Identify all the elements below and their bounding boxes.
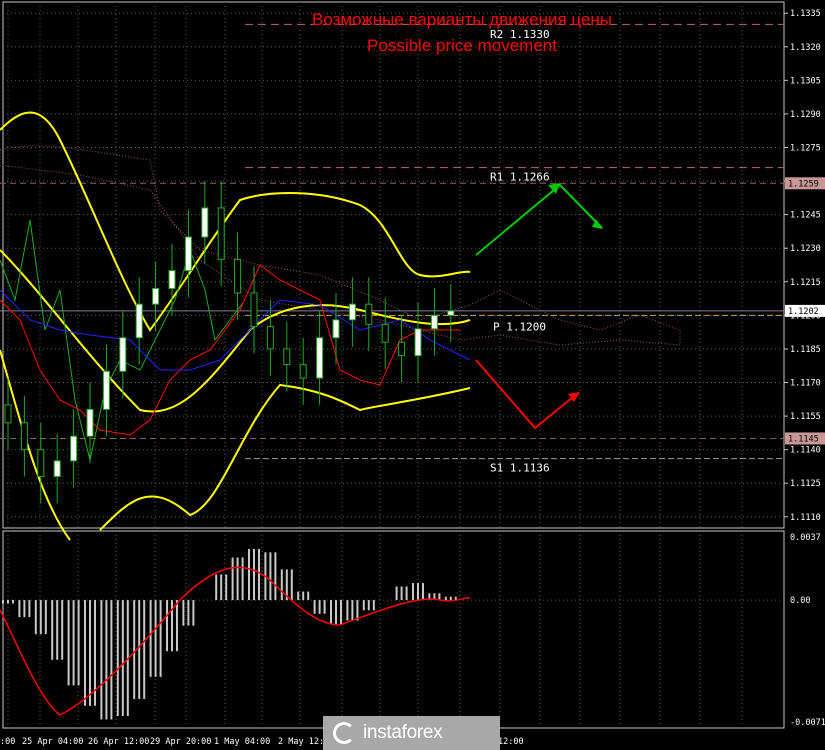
instaforex-logo-icon bbox=[333, 722, 355, 744]
time-axis-label: :00 bbox=[0, 737, 15, 747]
candle bbox=[119, 337, 127, 372]
candle bbox=[135, 303, 143, 339]
candle bbox=[37, 449, 45, 478]
candle bbox=[201, 207, 209, 238]
candle bbox=[86, 408, 94, 437]
candle bbox=[299, 364, 307, 379]
title-russian: Возможные варианты движения цены bbox=[312, 10, 612, 29]
bullish-scenario-arrow bbox=[475, 183, 603, 256]
price-tag-upper-label: 1.1259 bbox=[788, 179, 819, 189]
price-tick-label: 1.1305 bbox=[790, 76, 821, 86]
candle bbox=[217, 207, 225, 260]
candle bbox=[381, 323, 389, 343]
bearish-scenario-arrow bbox=[475, 359, 579, 430]
r2-label: R2 1.1330 bbox=[490, 28, 550, 41]
candle bbox=[283, 348, 291, 366]
price-tag-lower-label: 1.1145 bbox=[788, 434, 819, 444]
candle bbox=[447, 310, 455, 316]
candle bbox=[348, 303, 356, 321]
candle bbox=[365, 303, 373, 325]
time-axis-label: 26 Apr 12:00 bbox=[88, 737, 149, 747]
candle bbox=[332, 319, 340, 339]
candle bbox=[184, 236, 192, 272]
r1-label: R1 1.1266 bbox=[490, 171, 550, 184]
price-tick-label: 1.1140 bbox=[790, 446, 821, 456]
price-tag-current-label: 1.1202 bbox=[788, 307, 819, 317]
price-tick-label: 1.1320 bbox=[790, 43, 821, 53]
candle bbox=[316, 337, 324, 379]
price-tick-label: 1.1215 bbox=[790, 278, 821, 288]
instaforex-watermark: instaforex bbox=[323, 716, 500, 750]
main-plot-frame bbox=[2, 1, 785, 529]
candle bbox=[4, 404, 12, 424]
candle bbox=[20, 422, 28, 451]
price-tick-label: 1.1185 bbox=[790, 345, 821, 355]
candle bbox=[430, 314, 438, 330]
pivot-label: P 1.1200 bbox=[493, 320, 546, 333]
price-tick-label: 1.1290 bbox=[790, 110, 821, 120]
price-tick-label: 1.1275 bbox=[790, 143, 821, 153]
price-tick-label: 1.1110 bbox=[790, 513, 821, 523]
oscillator-tick-label: 0.0037 bbox=[790, 533, 821, 543]
oscillator-frame bbox=[2, 530, 785, 729]
time-axis-label: 25 Apr 04:00 bbox=[22, 737, 83, 747]
oscillator-tick-label: 0.00 bbox=[790, 596, 810, 606]
candle bbox=[102, 370, 110, 410]
price-tick-label: 1.1230 bbox=[790, 244, 821, 254]
candle bbox=[398, 341, 406, 357]
candle bbox=[70, 435, 78, 462]
candle bbox=[53, 460, 61, 478]
signal-line bbox=[0, 566, 471, 716]
time-axis-label: 12:00 bbox=[498, 737, 524, 747]
price-tick-label: 1.1245 bbox=[790, 211, 821, 221]
brand-label: instaforex bbox=[363, 722, 443, 743]
price-tick-label: 1.1335 bbox=[790, 9, 821, 19]
bollinger-upper-band bbox=[0, 111, 471, 332]
time-axis-label: 29 Apr 20:00 bbox=[150, 737, 211, 747]
s1-label: S1 1.1136 bbox=[490, 462, 550, 475]
candle bbox=[414, 328, 422, 357]
price-chart[interactable]: 1.13351.13201.13051.12901.12751.12601.12… bbox=[0, 0, 825, 750]
candle bbox=[266, 326, 274, 350]
price-tick-label: 1.1170 bbox=[790, 379, 821, 389]
candle bbox=[234, 258, 242, 294]
price-tick-label: 1.1155 bbox=[790, 412, 821, 422]
candle bbox=[152, 288, 160, 305]
oscillator-tick-label: -0.00715 bbox=[790, 718, 825, 728]
candle bbox=[250, 292, 258, 328]
candle bbox=[168, 270, 176, 290]
price-tick-label: 1.1125 bbox=[790, 479, 821, 489]
time-axis-label: 1 May 04:00 bbox=[214, 737, 270, 747]
